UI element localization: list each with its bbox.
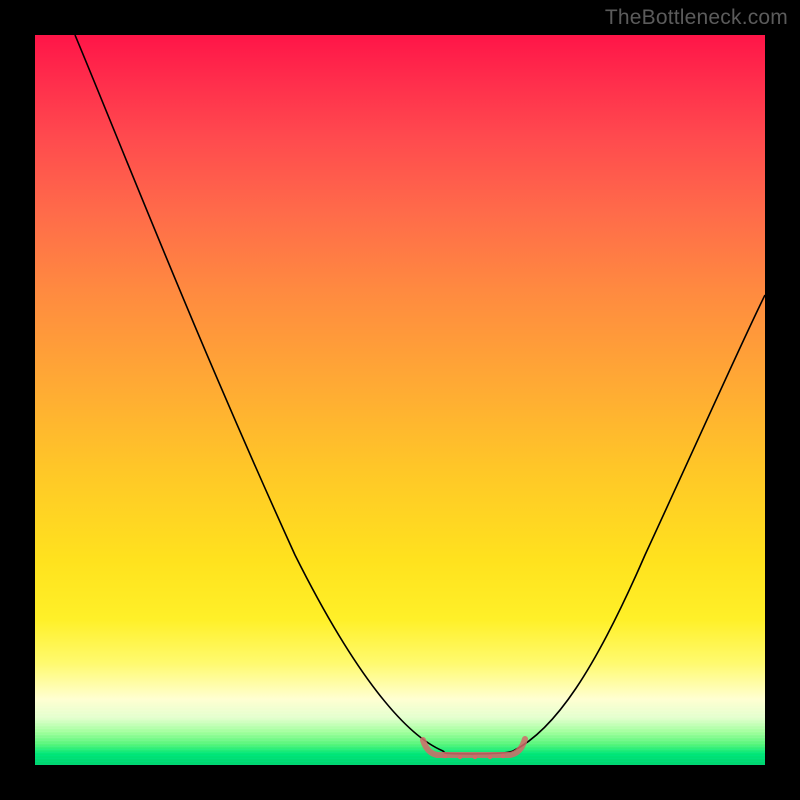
watermark-label: TheBottleneck.com [605,6,788,30]
bottleneck-curve [75,35,765,754]
optimal-zone-dots [443,754,505,759]
bottom-stripes [35,705,765,765]
optimal-zone [423,739,525,755]
chart-frame: TheBottleneck.com [0,0,800,800]
plot-area [35,35,765,765]
curve-layer [35,35,765,765]
